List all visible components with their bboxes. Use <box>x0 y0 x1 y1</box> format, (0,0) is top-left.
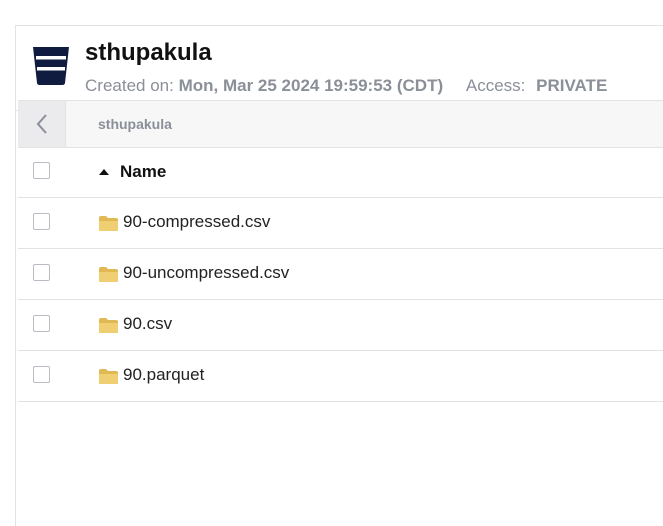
item-name[interactable]: 90-uncompressed.csv <box>123 263 289 283</box>
table-row[interactable]: 90-uncompressed.csv <box>18 249 663 300</box>
access-value: PRIVATE <box>536 76 608 95</box>
table-header-row: Name <box>18 147 663 198</box>
column-header-name[interactable]: Name <box>120 162 166 182</box>
sort-ascending-icon[interactable] <box>98 168 110 176</box>
folder-icon <box>99 318 118 333</box>
table-row[interactable]: 90.csv <box>18 300 663 351</box>
access-label: Access: <box>465 76 526 95</box>
item-name[interactable]: 90-compressed.csv <box>123 212 270 232</box>
row-checkbox[interactable] <box>33 213 50 230</box>
created-label: Created on: <box>85 76 174 95</box>
breadcrumb-bar: sthupakula <box>18 100 663 148</box>
object-browser: sthupakula Name 90-compressed.csv 90-unc… <box>18 100 663 510</box>
table-row[interactable]: 90-compressed.csv <box>18 198 663 249</box>
item-name[interactable]: 90.parquet <box>123 365 204 385</box>
bucket-title: sthupakula <box>85 39 212 66</box>
select-all-checkbox[interactable] <box>33 162 50 179</box>
back-button[interactable] <box>18 101 66 147</box>
row-checkbox[interactable] <box>33 264 50 281</box>
chevron-left-icon <box>36 114 47 134</box>
bucket-header: sthupakula Created on: Mon, Mar 25 2024 … <box>16 26 663 111</box>
item-name[interactable]: 90.csv <box>123 314 172 334</box>
folder-icon <box>99 369 118 384</box>
created-value: Mon, Mar 25 2024 19:59:53 (CDT) <box>178 76 444 95</box>
bucket-meta: Created on: Mon, Mar 25 2024 19:59:53 (C… <box>85 76 607 96</box>
row-checkbox[interactable] <box>33 315 50 332</box>
bucket-icon <box>33 47 69 85</box>
row-checkbox[interactable] <box>33 366 50 383</box>
folder-icon <box>99 267 118 282</box>
breadcrumb[interactable]: sthupakula <box>98 116 172 132</box>
table-row[interactable]: 90.parquet <box>18 351 663 402</box>
folder-icon <box>99 216 118 231</box>
